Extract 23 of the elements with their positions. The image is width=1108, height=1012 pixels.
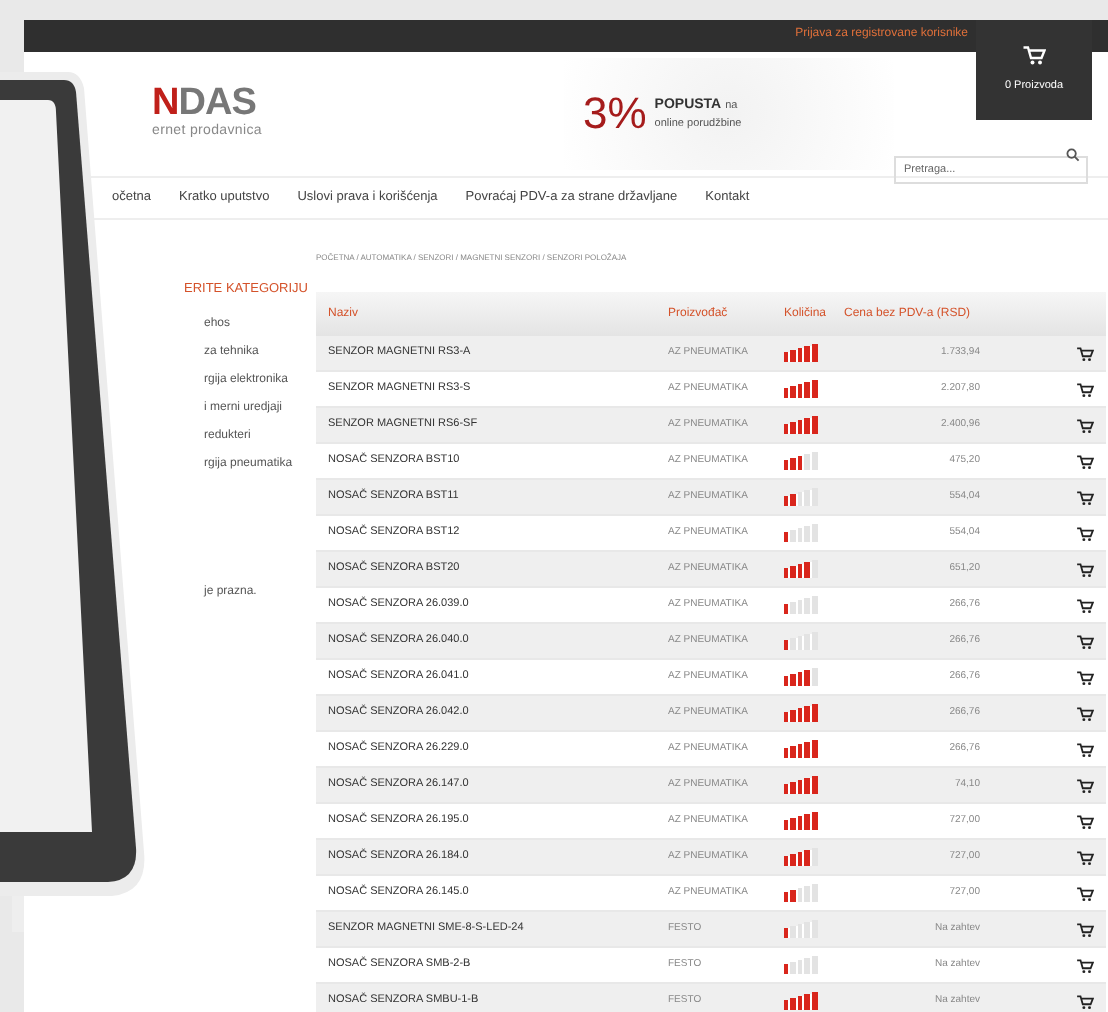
cart-icon[interactable] xyxy=(1076,381,1094,397)
cart-icon[interactable] xyxy=(1076,597,1094,613)
cart-icon[interactable] xyxy=(1022,44,1046,67)
cart-icon[interactable] xyxy=(1076,633,1094,649)
logo[interactable]: NDAS xyxy=(152,84,443,123)
cart-icon[interactable] xyxy=(1076,777,1094,793)
cart-icon[interactable] xyxy=(1076,669,1094,685)
cart-icon[interactable] xyxy=(1076,417,1094,433)
cart-icon[interactable] xyxy=(1076,921,1094,937)
cart-icon[interactable] xyxy=(1076,561,1094,577)
cart-icon[interactable] xyxy=(1076,741,1094,757)
cart-icon[interactable] xyxy=(1076,525,1094,541)
cart-icon[interactable] xyxy=(1076,345,1094,361)
cart-icon[interactable] xyxy=(1076,885,1094,901)
cart-icon[interactable] xyxy=(1076,489,1094,505)
cart-icon[interactable] xyxy=(1076,453,1094,469)
cart-icon[interactable] xyxy=(1076,993,1094,1009)
promo-percent: 3% xyxy=(583,92,647,137)
search-icon[interactable] xyxy=(1066,147,1080,162)
cart-icon[interactable] xyxy=(1076,849,1094,865)
cart-icon[interactable] xyxy=(1076,705,1094,721)
cart-icon[interactable] xyxy=(1076,813,1094,829)
cart-icon[interactable] xyxy=(1076,957,1094,973)
